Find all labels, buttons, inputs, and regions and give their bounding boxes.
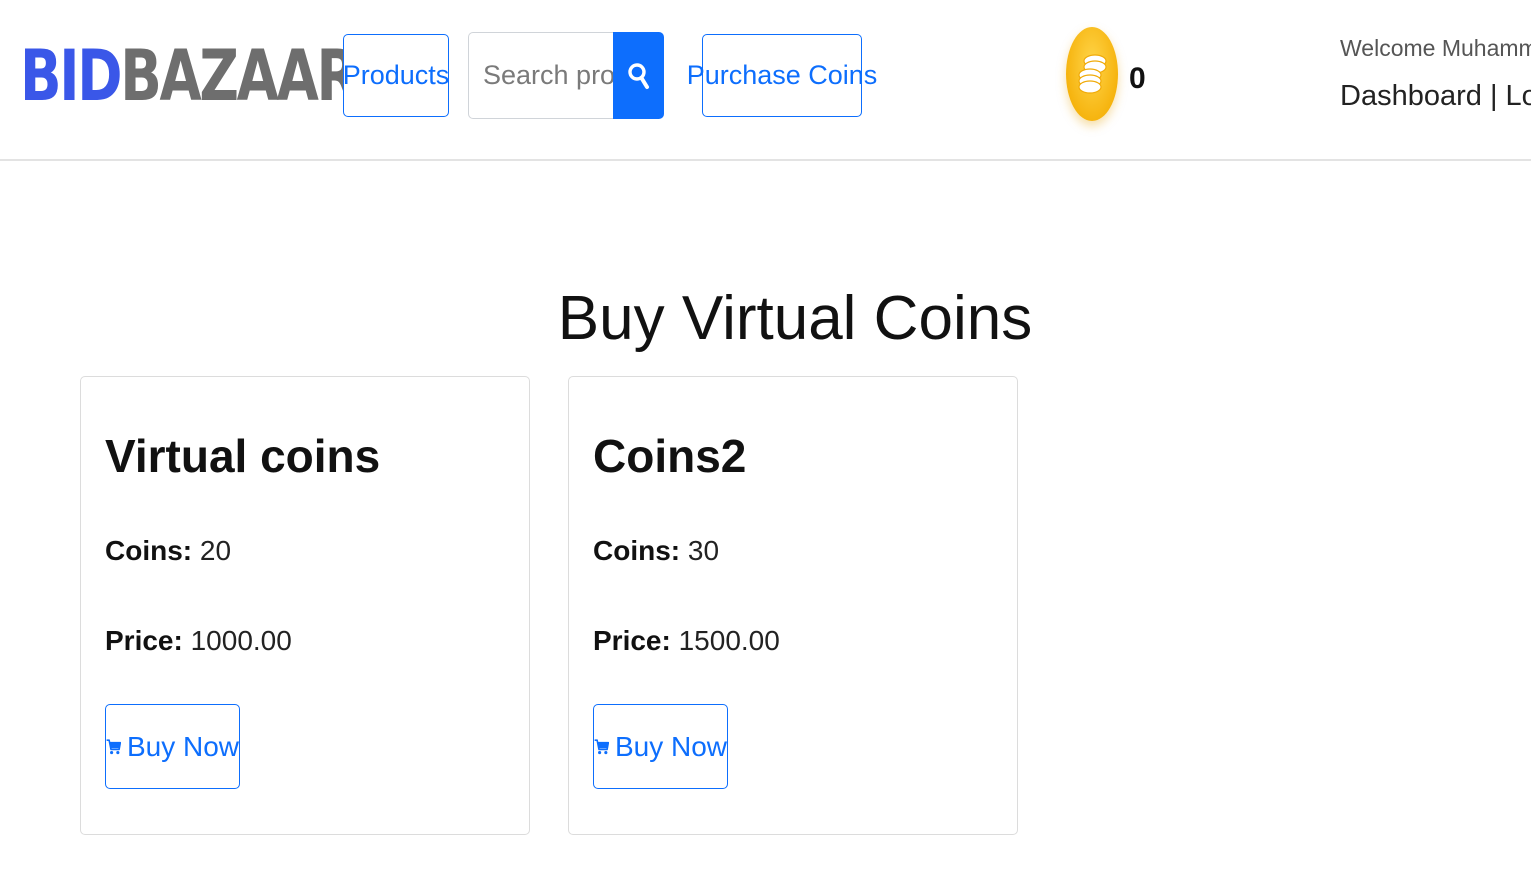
search-button[interactable] [613, 32, 664, 119]
brand-logo-part1: BID [20, 35, 123, 117]
coins-label: Coins: [105, 535, 193, 566]
logout-link[interactable]: Logout [1506, 80, 1531, 112]
package-coins: Coins: 20 [105, 535, 231, 567]
buy-now-button[interactable]: Buy Now [593, 704, 728, 789]
package-name: Virtual coins [105, 430, 381, 482]
cart-icon [106, 738, 121, 754]
package-coins: Coins: 30 [593, 535, 719, 567]
price-value: 1500.00 [678, 625, 780, 656]
dashboard-link[interactable]: Dashboard [1340, 80, 1482, 112]
navbar: BIDBAZAAR Products Purchase Coins 0 Welc… [0, 0, 1531, 161]
coin-package-card: Coins2 Coins: 30 Price: 1500.00 Buy Now [568, 376, 1018, 835]
coins-label: Coins: [593, 535, 681, 566]
coins-value: 20 [199, 535, 232, 566]
products-button[interactable]: Products [343, 34, 449, 117]
coin-package-card: Virtual coins Coins: 20 Price: 1000.00 B… [80, 376, 530, 835]
price-label: Price: [593, 625, 671, 656]
package-price: Price: 1500.00 [593, 625, 780, 657]
coin-balance: 0 [1129, 62, 1146, 95]
user-links: Dashboard | Logout [1340, 80, 1531, 113]
buy-now-label: Buy Now [614, 730, 727, 762]
link-separator: | [1489, 80, 1498, 112]
package-name: Coins2 [593, 430, 747, 482]
buy-now-label: Buy Now [126, 730, 239, 762]
coins-value: 30 [687, 535, 720, 566]
package-price: Price: 1000.00 [105, 625, 292, 657]
search-input[interactable] [468, 32, 614, 119]
brand-logo[interactable]: BIDBAZAAR [20, 35, 359, 117]
coins-icon [1066, 27, 1118, 121]
cart-icon [594, 738, 609, 754]
buy-now-button[interactable]: Buy Now [105, 704, 240, 789]
price-value: 1000.00 [190, 625, 292, 656]
brand-logo-part2: BAZAAR [120, 35, 358, 117]
page-title: Buy Virtual Coins [557, 284, 1033, 353]
search-icon [627, 62, 649, 89]
purchase-coins-button[interactable]: Purchase Coins [687, 34, 877, 117]
welcome-text: Welcome Muhammad [1340, 35, 1531, 61]
price-label: Price: [105, 625, 183, 656]
